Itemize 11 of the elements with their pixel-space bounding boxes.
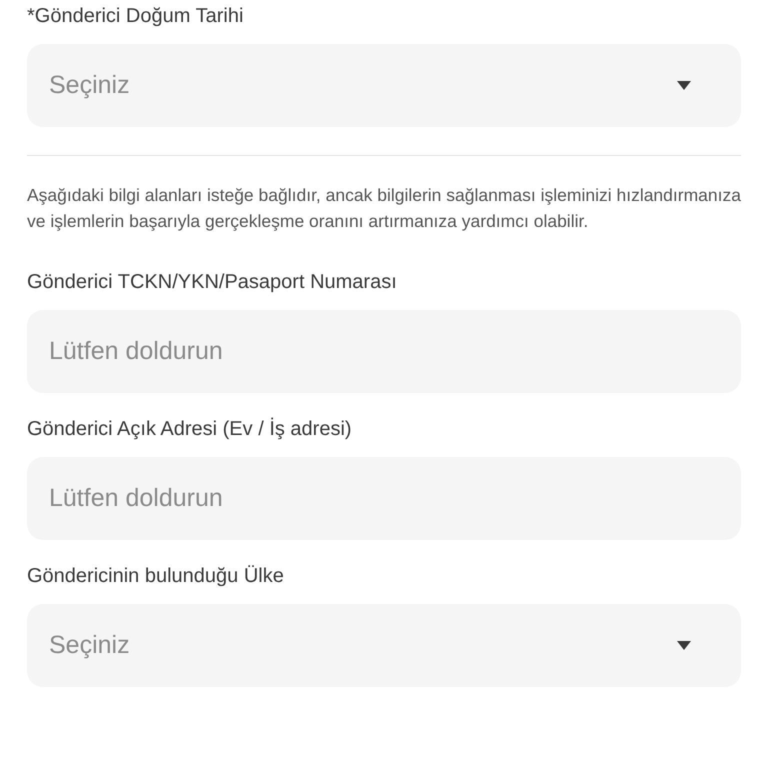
field-label: Gönderici Açık Adresi (Ev / İş adresi) <box>27 416 353 442</box>
field-label: *Gönderici Doğum Tarihi <box>27 4 244 29</box>
info-note: Aşağıdaki bilgi alanları isteğe bağlıdır, ancak bilgilerin sağlanması işleminizi hızlandırmanıza ve işlemlerin başarıyla gerçekleşme oranını artırmanıza yardımcı olabilir. <box>27 184 741 233</box>
field-label: Gönderici TCKN/YKN/Pasaport Numarası <box>27 270 398 295</box>
input-field[interactable]: Lütfen doldurun <box>27 310 741 393</box>
caret-icon <box>677 641 691 650</box>
dropdown[interactable]: Seçiniz <box>27 44 741 127</box>
input-field[interactable]: Lütfen doldurun <box>27 457 741 540</box>
caret-icon <box>677 81 691 90</box>
field-label: Göndericinin bulunduğu Ülke <box>27 564 285 589</box>
dropdown[interactable]: Seçiniz <box>27 604 741 687</box>
